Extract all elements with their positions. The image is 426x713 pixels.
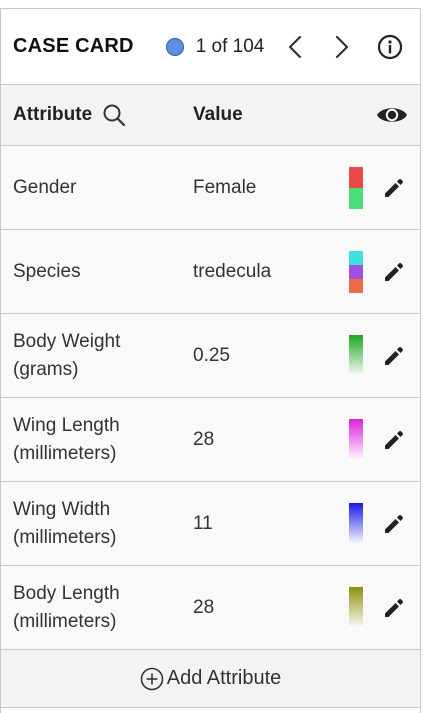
case-card: CASE CARD 1 of 104 Attribute Value Gende… (0, 8, 421, 713)
attribute-name: Wing Length (millimeters) (13, 414, 120, 464)
add-attribute-button[interactable]: Add Attribute (1, 650, 420, 708)
pencil-icon (385, 598, 404, 617)
pencil-icon (385, 430, 404, 449)
color-legend-swatch (349, 586, 363, 629)
edit-attribute-button[interactable] (381, 175, 407, 201)
color-legend-swatch (349, 334, 363, 377)
info-button[interactable] (376, 33, 404, 61)
attribute-row-wing-length[interactable]: Wing Length (millimeters) 28 (1, 398, 420, 482)
search-attributes-button[interactable] (102, 102, 128, 128)
pencil-icon (385, 262, 404, 281)
color-legend-swatch (349, 418, 363, 461)
edit-attribute-button[interactable] (381, 511, 407, 537)
color-legend-swatch (349, 250, 363, 293)
attribute-value[interactable]: Female (193, 177, 256, 199)
attribute-value[interactable]: 28 (193, 597, 214, 619)
attribute-row-gender[interactable]: Gender Female (1, 146, 420, 230)
pencil-icon (385, 346, 404, 365)
attribute-value[interactable]: tredecula (193, 261, 271, 283)
edit-attribute-button[interactable] (381, 259, 407, 285)
case-color-dot (165, 37, 184, 56)
attribute-value[interactable]: 28 (193, 429, 214, 451)
attribute-name: Species (13, 260, 81, 282)
attribute-row-body-length[interactable]: Body Length (millimeters) 28 (1, 566, 420, 650)
attribute-row-body-weight[interactable]: Body Weight (grams) 0.25 (1, 314, 420, 398)
chevron-left-icon (289, 35, 302, 58)
search-icon (103, 104, 126, 127)
value-column-label: Value (193, 104, 243, 125)
pencil-icon (385, 514, 404, 533)
eye-icon (377, 108, 407, 122)
edit-attribute-button[interactable] (381, 427, 407, 453)
pencil-icon (385, 178, 404, 197)
case-count: 1 of 104 (195, 35, 265, 57)
attribute-row-species[interactable]: Species tredecula (1, 230, 420, 314)
color-legend-swatch (349, 166, 363, 209)
attribute-column-label: Attribute (13, 104, 93, 125)
edit-attribute-button[interactable] (381, 343, 407, 369)
case-card-title: CASE CARD (13, 35, 134, 57)
info-icon (377, 34, 403, 59)
attribute-row-wing-width[interactable]: Wing Width (millimeters) 11 (1, 482, 420, 566)
attribute-value[interactable]: 0.25 (193, 345, 230, 367)
attribute-name: Body Weight (grams) (13, 330, 121, 380)
add-attribute-label: Add Attribute (166, 667, 282, 689)
visibility-toggle-button[interactable] (376, 102, 410, 128)
next-case-button[interactable] (331, 33, 353, 61)
attribute-name: Gender (13, 176, 77, 198)
color-legend-swatch (349, 502, 363, 545)
chevron-right-icon (336, 35, 349, 58)
column-header: Attribute Value (1, 85, 420, 146)
case-card-header: CASE CARD 1 of 104 (1, 9, 420, 85)
attribute-name: Wing Width (millimeters) (13, 498, 117, 548)
edit-attribute-button[interactable] (381, 595, 407, 621)
plus-circle-icon (140, 667, 164, 691)
attribute-value[interactable]: 11 (193, 513, 213, 535)
previous-case-button[interactable] (284, 33, 306, 61)
attribute-name: Body Length (millimeters) (13, 582, 120, 632)
